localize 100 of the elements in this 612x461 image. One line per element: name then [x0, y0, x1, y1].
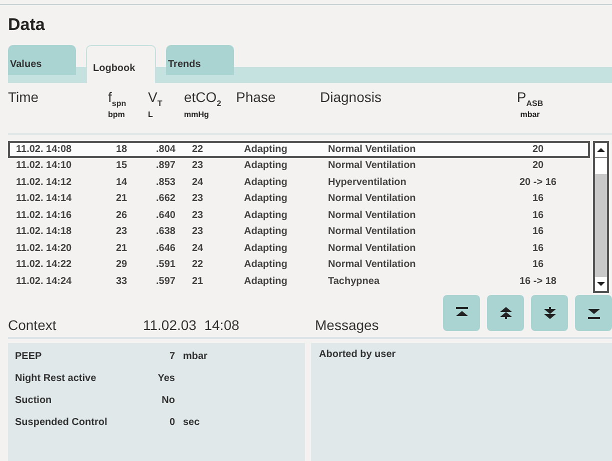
column-header: V$_{T}$: [148, 89, 164, 108]
context-value: Yes: [156, 373, 176, 386]
tab[interactable]: Logbook: [86, 45, 156, 83]
table-cell: 23: [192, 210, 204, 221]
column-unit: mmHg: [184, 110, 210, 119]
section-title: Messages: [315, 317, 379, 333]
table-cell: .646: [156, 242, 176, 254]
scroll-button[interactable]: [443, 295, 480, 331]
log-row[interactable]: 11.02. 14:22 29 .591 22 Adapting Normal Ventilation 16: [8, 256, 590, 273]
table-cell: 16: [532, 242, 544, 254]
log-row[interactable]: 11.02. 14:12 14 .853 24 Adapting Hyperventilation 20 -> 16: [8, 174, 590, 190]
column-unit: L: [148, 110, 154, 119]
table-cell: 11.02. 14:20: [16, 242, 72, 254]
scroll-button[interactable]: [487, 295, 524, 331]
table-cell: Adapting: [244, 144, 288, 155]
log-row[interactable]: 11.02. 14:16 26 .640 23 Adapting Normal Ventilation 16: [8, 207, 590, 224]
tab[interactable]: Values: [8, 45, 76, 75]
table-cell: Adapting: [244, 193, 288, 204]
scroll-thumb[interactable]: [595, 157, 607, 174]
table-cell: 15: [116, 160, 128, 172]
table-cell: Normal Ventilation: [328, 242, 416, 254]
table-cell: 23: [192, 226, 204, 238]
table-cell: 24: [192, 242, 204, 254]
column-header: f$_{spn}$: [108, 89, 128, 108]
tab[interactable]: Trends: [166, 45, 234, 75]
table-cell: .640: [156, 210, 176, 221]
table-cell: 14: [116, 176, 128, 188]
table-cell: Adapting: [244, 276, 288, 287]
table-cell: Adapting: [244, 226, 288, 238]
scrollbar[interactable]: [593, 141, 609, 293]
table-cell: Adapting: [244, 176, 288, 188]
table-cell: 22: [192, 259, 204, 270]
column-header: etCO$_{2}$: [184, 89, 222, 108]
table-cell: 11.02. 14:14: [16, 193, 72, 204]
table-cell: Normal Ventilation: [328, 259, 416, 270]
table-cell: 21: [116, 242, 128, 254]
column-header: P$_{ASB}$: [516, 89, 544, 108]
table-cell: 29: [116, 259, 128, 270]
table-cell: 23: [192, 193, 204, 204]
log-row[interactable]: 11.02. 14:18 23 .638 23 Adapting Normal Ventilation 16: [8, 224, 590, 240]
context-label: Night Rest active: [15, 373, 98, 386]
column-unit: bpm: [108, 110, 126, 119]
table-cell: Adapting: [244, 160, 288, 172]
table-cell: Normal Ventilation: [328, 144, 416, 155]
table-cell: 22: [192, 144, 204, 155]
double-down-arrow-icon: [542, 305, 558, 321]
table-cell: .804: [156, 144, 176, 155]
table-cell: 11.02. 14:12: [16, 176, 72, 188]
scroll-button[interactable]: [531, 295, 568, 331]
log-row[interactable]: 11.02. 14:10 15 .897 23 Adapting Normal Ventilation 20: [8, 158, 590, 174]
table-cell: 11.02. 14:24: [16, 276, 72, 287]
table-cell: 16: [532, 259, 544, 270]
context-unit: mbar: [183, 351, 208, 362]
log-row[interactable]: 11.02. 14:14 21 .662 23 Adapting Normal Ventilation 16: [8, 190, 590, 207]
table-cell: 16 -> 18: [520, 276, 556, 287]
table-cell: 11.02. 14:18: [16, 226, 72, 238]
table-cell: 20: [532, 144, 544, 155]
table-cell: .897: [156, 160, 176, 172]
table-cell: 16: [532, 193, 544, 204]
table-cell: .853: [156, 176, 176, 188]
column-header: Diagnosis: [320, 89, 382, 105]
context-label: Suspended Control: [15, 417, 108, 430]
table-cell: 23: [116, 226, 128, 238]
table-cell: Normal Ventilation: [328, 160, 416, 172]
table-cell: 11.02. 14:08: [16, 144, 72, 155]
context-value: No: [160, 395, 176, 408]
scroll-up-icon[interactable]: [597, 147, 605, 153]
column-unit: mbar: [519, 110, 541, 119]
table-cell: 11.02. 14:10: [16, 160, 72, 172]
table-cell: Tachypnea: [328, 276, 380, 287]
column-header: Time: [8, 89, 40, 105]
context-label: Suction: [15, 395, 53, 408]
page-title: Data: [7, 14, 46, 36]
scroll-button[interactable]: [575, 295, 612, 331]
table-cell: 26: [116, 210, 128, 221]
scroll-down-icon[interactable]: [597, 281, 605, 287]
table-cell: Normal Ventilation: [328, 193, 416, 204]
log-row[interactable]: 11.02. 14:20 21 .646 24 Adapting Normal Ventilation 16: [8, 240, 590, 256]
table-cell: .591: [156, 259, 176, 270]
table-cell: 21: [192, 276, 204, 287]
table-cell: 11.02. 14:16: [16, 210, 72, 221]
log-row[interactable]: 11.02. 14:08 18 .804 22 Adapting Normal Ventilation 20: [8, 141, 590, 158]
message-text: Aborted by user: [319, 349, 396, 360]
table-cell: Normal Ventilation: [328, 226, 416, 238]
context-value: 0: [168, 417, 176, 430]
table-cell: 11.02. 14:22: [16, 259, 72, 270]
table-cell: Adapting: [244, 242, 288, 254]
column-header: Phase: [236, 89, 277, 105]
context-value: 7: [168, 351, 176, 364]
table-cell: Adapting: [244, 259, 288, 270]
table-cell: 16: [532, 226, 544, 238]
table-cell: Hyperventilation: [328, 176, 406, 188]
table-cell: Normal Ventilation: [328, 210, 416, 221]
double-up-arrow-icon: [498, 305, 514, 321]
context-label: PEEP: [15, 351, 43, 364]
table-cell: 21: [116, 193, 128, 204]
timestamp: 11.02.03 14:08: [143, 317, 240, 333]
table-cell: 16: [532, 210, 544, 221]
log-row[interactable]: 11.02. 14:24 33 .597 21 Adapting Tachypnea 16 -> 18: [8, 273, 590, 290]
table-cell: 18: [116, 144, 128, 155]
